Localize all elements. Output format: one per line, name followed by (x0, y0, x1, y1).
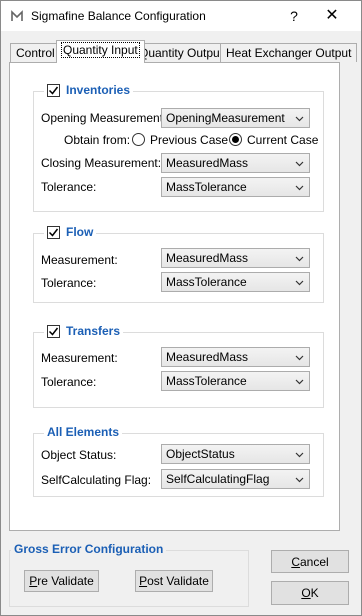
chevron-down-icon (295, 185, 304, 191)
self-calculating-flag-label: SelfCalculating Flag: (41, 473, 152, 487)
previous-case-label: Previous Case (150, 133, 229, 147)
object-status-label: Object Status: (41, 448, 117, 462)
flow-title: Flow (66, 225, 94, 239)
transfers-header: Transfers (44, 324, 124, 338)
self-calculating-flag-value: SelfCalculatingFlag (166, 472, 270, 486)
closing-measurement-value: MeasuredMass (166, 156, 249, 170)
flow-header: Flow (44, 225, 97, 239)
transfers-measurement-value: MeasuredMass (166, 350, 249, 364)
cancel-button[interactable]: Cancel (271, 550, 349, 573)
flow-tolerance-label: Tolerance: (41, 276, 97, 290)
chevron-down-icon (295, 116, 304, 122)
transfers-tolerance-value: MassTolerance (166, 374, 247, 388)
check-icon (48, 327, 59, 336)
inventories-title: Inventories (66, 83, 131, 97)
self-calculating-flag-select[interactable]: SelfCalculatingFlag (161, 469, 310, 489)
chevron-down-icon (295, 161, 304, 167)
transfers-checkbox[interactable] (47, 324, 60, 338)
transfers-measurement-label: Measurement: (41, 351, 118, 365)
closing-measurement-select[interactable]: MeasuredMass (161, 153, 310, 173)
object-status-select[interactable]: ObjectStatus (161, 444, 310, 464)
flow-measurement-select[interactable]: MeasuredMass (161, 248, 310, 268)
obtain-from-label: Obtain from: (64, 133, 131, 147)
pre-validate-label: re Validate (37, 574, 94, 588)
post-validate-mnemonic: P (139, 574, 148, 588)
inventories-tolerance-select[interactable]: MassTolerance (161, 177, 310, 197)
gross-error-title: Gross Error Configuration (11, 542, 167, 556)
opening-measurement-label: Opening Measurement: (41, 111, 167, 125)
chevron-down-icon (295, 452, 304, 458)
flow-tolerance-value: MassTolerance (166, 275, 247, 289)
transfers-group: Transfers (33, 324, 324, 408)
dialog-window: Sigmafine Balance Configuration ? ✕ Cont… (0, 0, 362, 616)
check-icon (48, 86, 59, 95)
closing-measurement-label: Closing Measurement: (41, 156, 162, 170)
all-elements-title: All Elements (47, 425, 120, 439)
tab-quantity-output[interactable]: Quantity Output (133, 43, 230, 62)
flow-measurement-value: MeasuredMass (166, 251, 249, 265)
chevron-down-icon (295, 355, 304, 361)
all-elements-header: All Elements (44, 425, 123, 439)
inventories-checkbox[interactable] (47, 83, 60, 97)
pre-validate-button[interactable]: Pre Validate (24, 570, 99, 592)
transfers-tolerance-label: Tolerance: (41, 375, 97, 389)
inventories-tolerance-label: Tolerance: (41, 180, 97, 194)
current-case-label: Current Case (247, 133, 319, 147)
flow-tolerance-select[interactable]: MassTolerance (161, 272, 310, 292)
tab-label: Quantity Output (139, 46, 224, 60)
opening-measurement-value: OpeningMeasurement (166, 111, 285, 125)
help-button[interactable]: ? (284, 5, 304, 27)
ok-label: K (310, 586, 319, 600)
ok-mnemonic: O (301, 586, 311, 600)
window-title: Sigmafine Balance Configuration (31, 9, 206, 23)
tab-label: Quantity Input (61, 42, 140, 58)
chevron-down-icon (295, 379, 304, 385)
transfers-tolerance-select[interactable]: MassTolerance (161, 371, 310, 391)
opening-measurement-select[interactable]: OpeningMeasurement (161, 108, 310, 128)
cancel-mnemonic: C (291, 555, 300, 569)
tab-label: Heat Exchanger Output (226, 46, 352, 60)
chevron-down-icon (295, 477, 304, 483)
flow-group: Flow (33, 225, 324, 303)
transfers-title: Transfers (66, 324, 121, 338)
ok-button[interactable]: OK (271, 581, 349, 605)
inventories-header: Inventories (44, 83, 134, 97)
chevron-down-icon (295, 256, 304, 262)
tab-control[interactable]: Control (10, 43, 61, 62)
previous-case-radio[interactable] (132, 133, 145, 146)
tab-label: Control (16, 46, 55, 60)
post-validate-button[interactable]: Post Validate (135, 570, 213, 592)
app-icon (11, 10, 23, 21)
tab-heat-exchanger-output[interactable]: Heat Exchanger Output (220, 43, 358, 62)
inventories-tolerance-value: MassTolerance (166, 180, 247, 194)
tab-quantity-input[interactable]: Quantity Input (56, 40, 145, 63)
post-validate-label: ost Validate (147, 574, 209, 588)
current-case-radio[interactable] (229, 133, 242, 146)
check-icon (48, 228, 59, 237)
object-status-value: ObjectStatus (166, 447, 235, 461)
tab-panel-quantity-input: Inventories Opening Measurement: Opening… (9, 62, 340, 531)
close-button[interactable]: ✕ (317, 5, 347, 27)
flow-measurement-label: Measurement: (41, 253, 118, 267)
title-bar: Sigmafine Balance Configuration ? ✕ (1, 1, 361, 31)
cancel-label: ancel (299, 555, 329, 569)
chevron-down-icon (295, 280, 304, 286)
transfers-measurement-select[interactable]: MeasuredMass (161, 347, 310, 367)
flow-checkbox[interactable] (47, 225, 60, 239)
